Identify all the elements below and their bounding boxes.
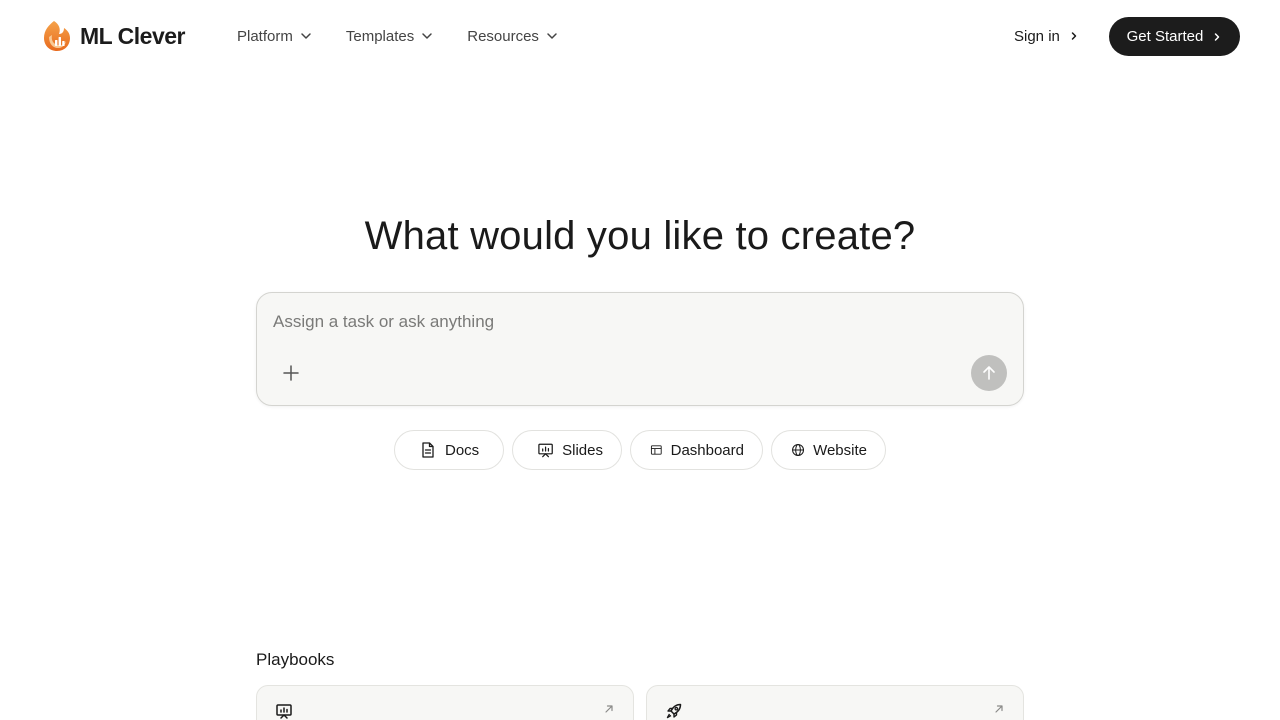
globe-icon: [792, 444, 805, 456]
task-input[interactable]: [273, 309, 993, 335]
presentation-icon: [276, 704, 292, 719]
chip-label: Website: [813, 441, 867, 459]
top-header: ML Clever Platform Templates Resources S…: [0, 0, 1280, 72]
add-attachment-button[interactable]: [279, 361, 303, 385]
arrow-up-icon: [983, 366, 995, 380]
presentation-icon: [538, 443, 553, 458]
plus-icon: [283, 365, 299, 381]
chevron-down-icon: [422, 33, 432, 39]
arrow-up-right-icon: [995, 705, 1003, 713]
chevron-right-icon: [1071, 32, 1077, 40]
nav-item-label: Resources: [467, 27, 539, 45]
document-icon: [422, 442, 434, 458]
chevron-right-icon: [1215, 32, 1220, 41]
chip-docs[interactable]: Docs: [394, 430, 504, 470]
chip-dashboard[interactable]: Dashboard: [630, 430, 763, 470]
chip-label: Dashboard: [670, 441, 744, 459]
playbook-card[interactable]: [256, 685, 634, 720]
playbooks-heading: Playbooks: [256, 650, 335, 669]
nav-item-platform[interactable]: Platform: [237, 28, 312, 45]
nav-item-templates[interactable]: Templates: [346, 28, 433, 45]
playbook-card[interactable]: [646, 685, 1024, 720]
dashboard-icon: [650, 445, 662, 455]
task-composer: [256, 292, 1024, 406]
chip-label: Docs: [445, 441, 480, 459]
get-started-button[interactable]: Get Started: [1109, 17, 1240, 56]
brand[interactable]: ML Clever: [40, 18, 186, 54]
chevron-down-icon: [547, 33, 557, 39]
chip-slides[interactable]: Slides: [512, 430, 622, 470]
chevron-down-icon: [301, 33, 311, 39]
hero-title: What would you like to create?: [364, 214, 916, 258]
chip-label: Slides: [562, 441, 603, 459]
sign-in-label: Sign in: [1014, 27, 1060, 45]
flame-chart-logo-icon: [44, 21, 70, 51]
create-type-chips: Docs Slides Dashboard Website: [394, 430, 886, 470]
nav-item-label: Templates: [345, 27, 415, 45]
arrow-up-right-icon: [605, 705, 613, 713]
nav-item-label: Platform: [237, 27, 293, 45]
nav-item-resources[interactable]: Resources: [467, 28, 558, 45]
rocket-icon: [666, 703, 682, 719]
get-started-label: Get Started: [1126, 28, 1204, 45]
sign-in-link[interactable]: Sign in: [1014, 24, 1079, 48]
main-nav: Platform Templates Resources: [237, 24, 592, 48]
send-button[interactable]: [971, 355, 1007, 391]
brand-name: ML Clever: [80, 22, 186, 49]
chip-website[interactable]: Website: [771, 430, 886, 470]
